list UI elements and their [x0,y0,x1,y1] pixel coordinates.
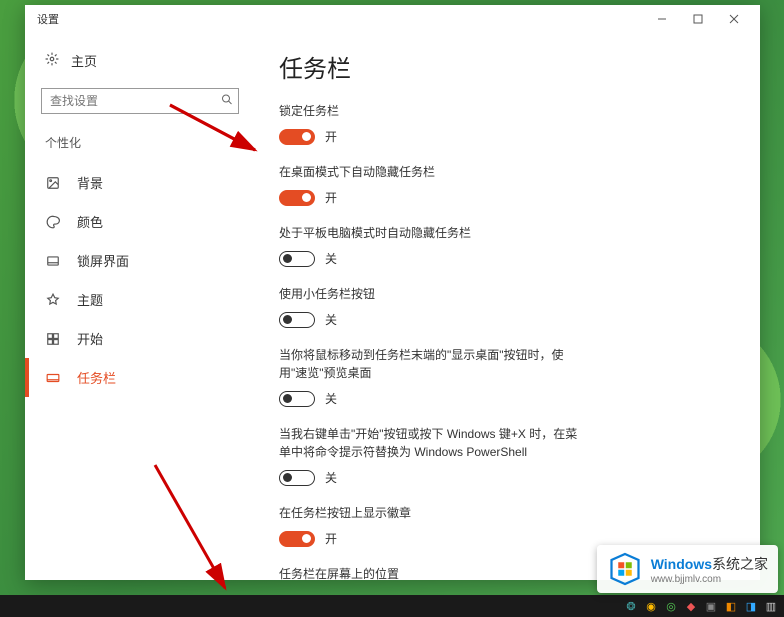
toggle-state: 关 [325,469,337,486]
titlebar: 设置 [25,5,760,33]
watermark-brand: Windows [651,556,712,572]
sidebar-item-label: 颜色 [77,212,103,231]
sidebar-home[interactable]: 主页 [25,41,255,80]
toggle-row-autohide-tablet: 关 [279,250,736,267]
window-title: 设置 [37,11,59,27]
picture-icon [45,176,61,190]
minimize-button[interactable] [644,7,680,31]
tray-icon[interactable]: ▣ [704,599,718,613]
toggle-row-autohide-desktop: 开 [279,189,736,206]
toggle-badges[interactable] [279,531,315,547]
taskbar[interactable]: ❂ ◉ ◎ ◆ ▣ ◧ ◨ ▥ [0,595,784,617]
search-icon [221,94,233,109]
sidebar-item-label: 主题 [77,290,103,309]
tray-icon[interactable]: ◎ [664,599,678,613]
search-input[interactable] [41,88,239,114]
start-icon [45,332,61,346]
toggle-small-buttons[interactable] [279,312,315,328]
watermark-suffix: 系统之家 [712,556,768,572]
toggle-state: 开 [325,128,337,145]
setting-label: 当我右键单击"开始"按钮或按下 Windows 键+X 时，在菜单中将命令提示符… [279,425,589,461]
sidebar-home-label: 主页 [71,51,97,70]
toggle-row-small-buttons: 关 [279,311,736,328]
toggle-state: 关 [325,250,337,267]
setting-label: 锁定任务栏 [279,102,589,120]
palette-icon [45,215,61,229]
toggle-state: 开 [325,189,337,206]
toggle-state: 关 [325,390,337,407]
window-body: 主页 个性化 背景 颜色 [25,33,760,580]
setting-label: 在桌面模式下自动隐藏任务栏 [279,163,589,181]
setting-label: 使用小任务栏按钮 [279,285,589,303]
theme-icon [45,293,61,307]
toggle-row-powershell: 关 [279,469,736,486]
settings-window: 设置 主页 [25,5,760,580]
setting-label: 任务栏在屏幕上的位置 [279,565,589,580]
sidebar-item-taskbar[interactable]: 任务栏 [25,358,255,397]
toggle-autohide-tablet[interactable] [279,251,315,267]
taskbar-icon [45,371,61,385]
watermark-url: www.bjjmlv.com [651,574,768,585]
toggle-row-lock: 开 [279,128,736,145]
sidebar-item-label: 开始 [77,329,103,348]
sidebar-section-label: 个性化 [25,130,255,163]
setting-label: 在任务栏按钮上显示徽章 [279,504,589,522]
lockscreen-icon [45,254,61,268]
sidebar-item-lockscreen[interactable]: 锁屏界面 [25,241,255,280]
tray-icon[interactable]: ◨ [744,599,758,613]
gear-icon [45,52,59,69]
close-button[interactable] [716,7,752,31]
toggle-lock-taskbar[interactable] [279,129,315,145]
content-area: 任务栏 锁定任务栏 开 在桌面模式下自动隐藏任务栏 开 处于平板电脑模式时自动隐… [255,33,760,580]
sidebar-item-label: 锁屏界面 [77,251,129,270]
tray-icon[interactable]: ▥ [764,599,778,613]
search-box [41,88,239,114]
tray-icon[interactable]: ◧ [724,599,738,613]
tray-icon[interactable]: ❂ [624,599,638,613]
windows-logo-icon [607,551,643,587]
toggle-state: 关 [325,311,337,328]
setting-label: 当你将鼠标移动到任务栏末端的"显示桌面"按钮时，使用"速览"预览桌面 [279,346,589,382]
tray-icon[interactable]: ◆ [684,599,698,613]
page-title: 任务栏 [279,49,736,84]
sidebar-item-start[interactable]: 开始 [25,319,255,358]
window-controls [644,7,752,31]
watermark: Windows系统之家 www.bjjmlv.com [597,545,778,593]
tray-icon[interactable]: ◉ [644,599,658,613]
toggle-powershell[interactable] [279,470,315,486]
system-tray: ❂ ◉ ◎ ◆ ▣ ◧ ◨ ▥ [624,599,778,613]
sidebar-item-background[interactable]: 背景 [25,163,255,202]
sidebar-item-label: 背景 [77,173,103,192]
sidebar-item-colors[interactable]: 颜色 [25,202,255,241]
toggle-row-peek: 关 [279,390,736,407]
sidebar-item-themes[interactable]: 主题 [25,280,255,319]
toggle-peek[interactable] [279,391,315,407]
sidebar: 主页 个性化 背景 颜色 [25,33,255,580]
sidebar-item-label: 任务栏 [77,368,116,387]
toggle-state: 开 [325,530,337,547]
maximize-button[interactable] [680,7,716,31]
setting-label: 处于平板电脑模式时自动隐藏任务栏 [279,224,589,242]
toggle-autohide-desktop[interactable] [279,190,315,206]
